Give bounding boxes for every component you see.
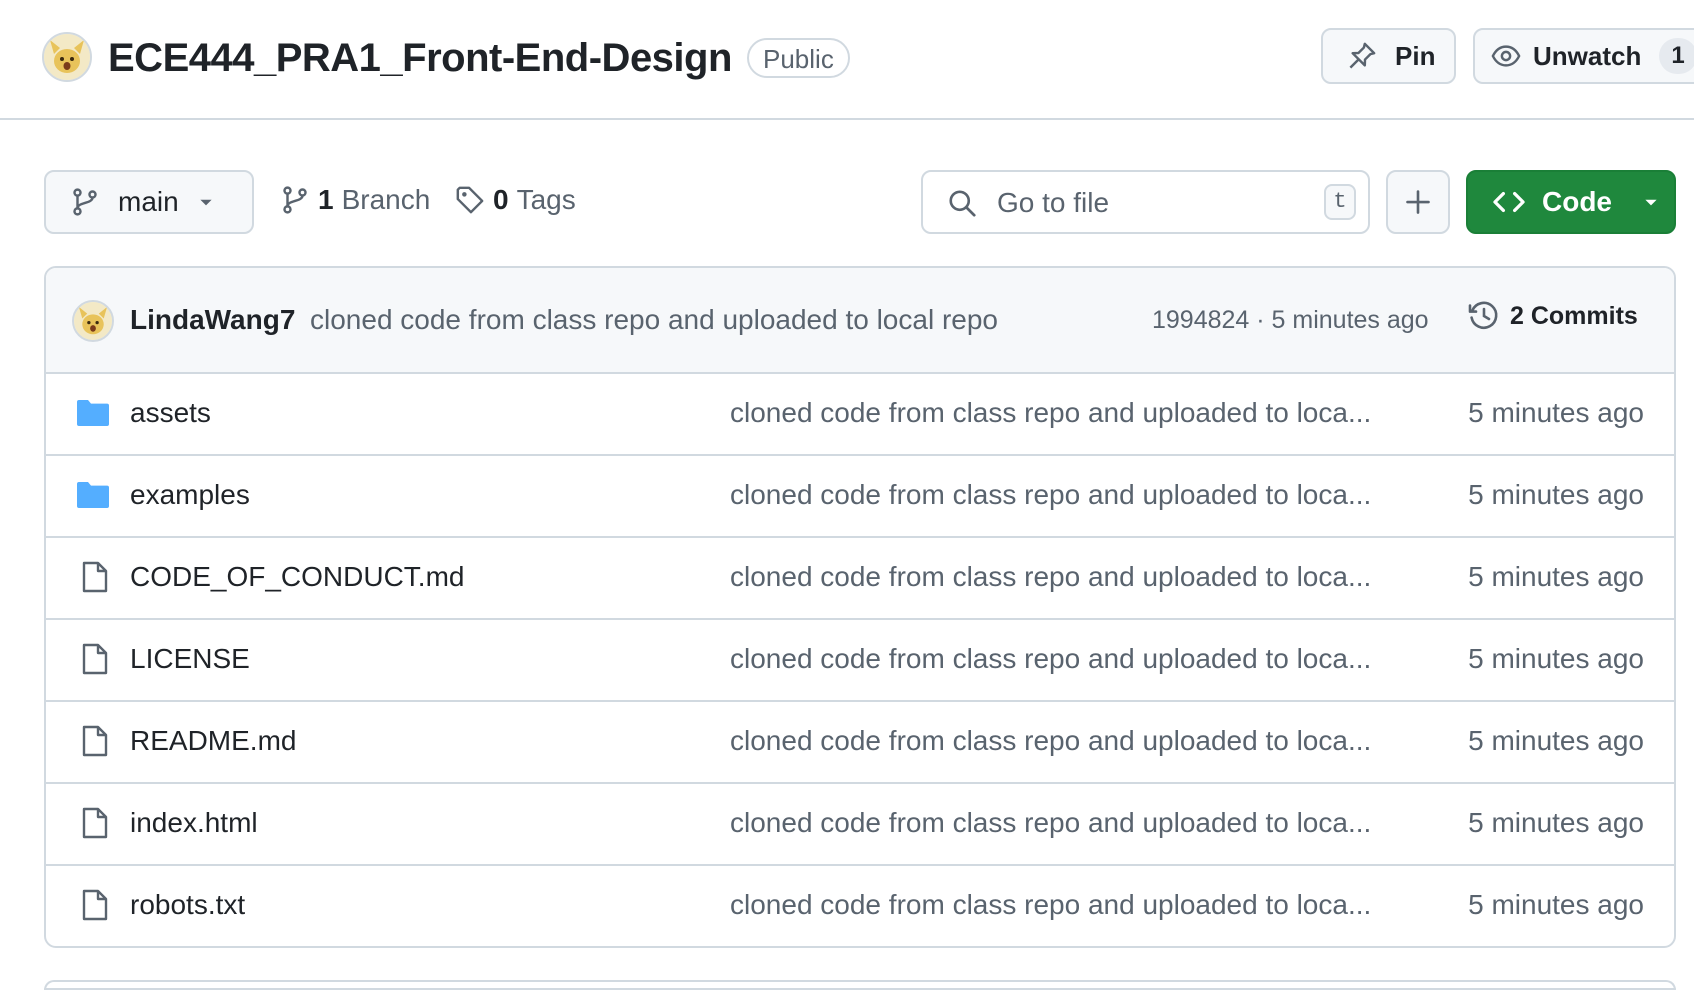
file-commit-message[interactable]: cloned code from class repo and uploaded…: [730, 479, 1371, 511]
file-commit-message[interactable]: cloned code from class repo and uploaded…: [730, 643, 1371, 675]
repo-title[interactable]: ECE444_PRA1_Front-End-Design: [108, 34, 732, 82]
folder-icon: [76, 480, 110, 510]
file-commit-date: 5 minutes ago: [1468, 479, 1644, 510]
file-row[interactable]: index.html cloned code from class repo an…: [46, 784, 1674, 866]
pin-icon: [1347, 41, 1377, 71]
pin-button[interactable]: Pin: [1321, 28, 1456, 84]
tag-icon: [455, 185, 485, 215]
add-file-button[interactable]: [1386, 170, 1450, 234]
file-icon: [80, 643, 110, 675]
file-name-link[interactable]: examples: [130, 479, 250, 511]
visibility-badge: Public: [747, 38, 850, 78]
file-row[interactable]: robots.txt cloned code from class repo an…: [46, 866, 1674, 946]
file-name-link[interactable]: index.html: [130, 807, 258, 839]
file-name-link[interactable]: robots.txt: [130, 889, 245, 921]
file-icon: [80, 725, 110, 757]
file-name-link[interactable]: CODE_OF_CONDUCT.md: [130, 561, 464, 593]
file-commit-message[interactable]: cloned code from class repo and uploaded…: [730, 397, 1371, 429]
readme-box-edge: [44, 980, 1676, 990]
search-input[interactable]: [995, 180, 1299, 226]
file-name-link[interactable]: assets: [130, 397, 211, 429]
owner-avatar[interactable]: [42, 32, 92, 82]
file-icon: [80, 889, 110, 921]
chevron-down-icon: [1642, 193, 1660, 211]
branch-name: main: [118, 186, 179, 217]
file-row[interactable]: README.md cloned code from class repo and…: [46, 702, 1674, 784]
file-commit-message[interactable]: cloned code from class repo and uploaded…: [730, 889, 1371, 921]
watch-count: 1: [1659, 38, 1694, 74]
file-icon: [80, 807, 110, 839]
file-commit-message[interactable]: cloned code from class repo and uploaded…: [730, 725, 1371, 757]
file-row[interactable]: assets cloned code from class repo and up…: [46, 374, 1674, 456]
file-row[interactable]: examples cloned code from class repo and …: [46, 456, 1674, 538]
file-row[interactable]: CODE_OF_CONDUCT.md cloned code from class…: [46, 538, 1674, 620]
code-button[interactable]: Code: [1466, 170, 1676, 234]
file-commit-message[interactable]: cloned code from class repo and uploaded…: [730, 561, 1371, 593]
branch-selector[interactable]: main: [44, 170, 254, 234]
repo-header: ECE444_PRA1_Front-End-Design Public Pin …: [0, 0, 1694, 120]
branches-link[interactable]: 1 Branch: [280, 184, 430, 216]
tag-label: Tags: [516, 184, 576, 215]
plus-icon: [1404, 188, 1432, 216]
commits-label: 2 Commits: [1510, 301, 1638, 330]
file-commit-date: 5 minutes ago: [1468, 807, 1644, 838]
commit-meta[interactable]: 1994824 · 5 minutes ago: [1152, 306, 1429, 335]
file-list: assets cloned code from class repo and up…: [46, 374, 1674, 946]
commit-author-avatar[interactable]: [72, 300, 114, 342]
unwatch-button[interactable]: Unwatch 1: [1473, 28, 1694, 84]
file-row[interactable]: LICENSE cloned code from class repo and u…: [46, 620, 1674, 702]
file-name-link[interactable]: README.md: [130, 725, 296, 757]
file-commit-date: 5 minutes ago: [1468, 725, 1644, 756]
git-branch-icon: [70, 187, 100, 217]
git-branch-icon: [280, 185, 310, 215]
search-icon: [947, 188, 977, 218]
commits-history-link[interactable]: 2 Commits: [1468, 300, 1638, 332]
latest-commit-bar: LindaWang7 cloned code from class repo a…: [46, 268, 1674, 374]
file-commit-date: 5 minutes ago: [1468, 397, 1644, 428]
chevron-down-icon: [197, 193, 215, 211]
code-icon: [1492, 187, 1526, 217]
unwatch-label: Unwatch: [1533, 40, 1642, 71]
pin-label: Pin: [1395, 40, 1436, 71]
file-icon: [80, 561, 110, 593]
commit-message[interactable]: cloned code from class repo and uploaded…: [310, 304, 998, 336]
file-browser: LindaWang7 cloned code from class repo a…: [44, 266, 1676, 948]
branch-label: Branch: [341, 184, 431, 215]
file-name-link[interactable]: LICENSE: [130, 643, 250, 675]
folder-icon: [76, 398, 110, 428]
file-commit-message[interactable]: cloned code from class repo and uploaded…: [730, 807, 1371, 839]
code-label: Code: [1542, 186, 1612, 217]
commit-author[interactable]: LindaWang7: [130, 304, 295, 336]
file-commit-date: 5 minutes ago: [1468, 889, 1644, 920]
file-commit-date: 5 minutes ago: [1468, 643, 1644, 674]
branch-count: 1: [318, 184, 334, 215]
tag-count: 0: [493, 184, 509, 215]
history-icon: [1468, 300, 1500, 332]
file-commit-date: 5 minutes ago: [1468, 561, 1644, 592]
eye-icon: [1491, 41, 1521, 71]
go-to-file-search[interactable]: t: [921, 170, 1370, 234]
tags-link[interactable]: 0 Tags: [455, 184, 576, 216]
shortcut-hint: t: [1324, 184, 1356, 220]
